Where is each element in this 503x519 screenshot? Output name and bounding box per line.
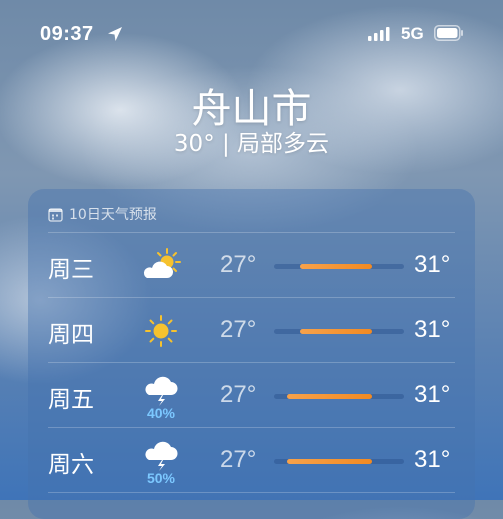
status-bar: 09:37 5G xyxy=(0,0,503,60)
temperature-range-bar xyxy=(274,264,404,269)
temperature-range-fill xyxy=(300,329,372,334)
temperature-range-fill xyxy=(287,394,372,399)
network-type: 5G xyxy=(401,24,424,43)
precipitation-chance: 40% xyxy=(146,405,176,421)
precipitation-chance: 50% xyxy=(146,470,176,486)
sun-behind-cloud-icon xyxy=(138,244,184,288)
high-temperature: 31° xyxy=(414,251,451,278)
forecast-row[interactable]: 周五 40% 27° 31° xyxy=(28,364,475,428)
ten-day-forecast-card[interactable]: 10日天气预报 周三 27° 31° 周四 27° 31° 周五 40% 27°… xyxy=(28,189,475,519)
forecast-title: 10日天气预报 xyxy=(69,207,157,223)
forecast-header: 10日天气预报 xyxy=(48,203,157,225)
current-conditions: 30° | 局部多云 xyxy=(173,131,330,157)
day-label: 周四 xyxy=(48,322,94,348)
temperature-range-fill xyxy=(287,459,372,464)
row-divider xyxy=(48,492,455,493)
battery-icon xyxy=(434,25,464,41)
day-label: 周六 xyxy=(48,452,94,478)
low-temperature: 27° xyxy=(220,446,257,473)
cellular-signal-icon xyxy=(368,27,390,41)
header-divider xyxy=(48,232,455,233)
status-time: 09:37 xyxy=(40,23,94,45)
low-temperature: 27° xyxy=(220,381,257,408)
row-divider xyxy=(48,427,455,428)
forecast-row[interactable]: 周三 27° 31° xyxy=(28,234,475,298)
row-divider xyxy=(48,297,455,298)
high-temperature: 31° xyxy=(414,316,451,343)
high-temperature: 31° xyxy=(414,446,451,473)
day-label: 周五 xyxy=(48,387,94,413)
sun-icon xyxy=(138,309,184,353)
temperature-range-bar xyxy=(274,329,404,334)
day-label: 周三 xyxy=(48,257,94,283)
location-arrow-icon xyxy=(106,25,124,43)
temperature-range-bar xyxy=(274,394,404,399)
low-temperature: 27° xyxy=(220,251,257,278)
forecast-row[interactable]: 周六 50% 27° 31° xyxy=(28,429,475,493)
low-temperature: 27° xyxy=(220,316,257,343)
calendar-icon xyxy=(48,207,63,222)
high-temperature: 31° xyxy=(414,381,451,408)
row-divider xyxy=(48,362,455,363)
temperature-range-fill xyxy=(300,264,372,269)
forecast-row[interactable]: 周四 27° 31° xyxy=(28,299,475,363)
temperature-range-bar xyxy=(274,459,404,464)
